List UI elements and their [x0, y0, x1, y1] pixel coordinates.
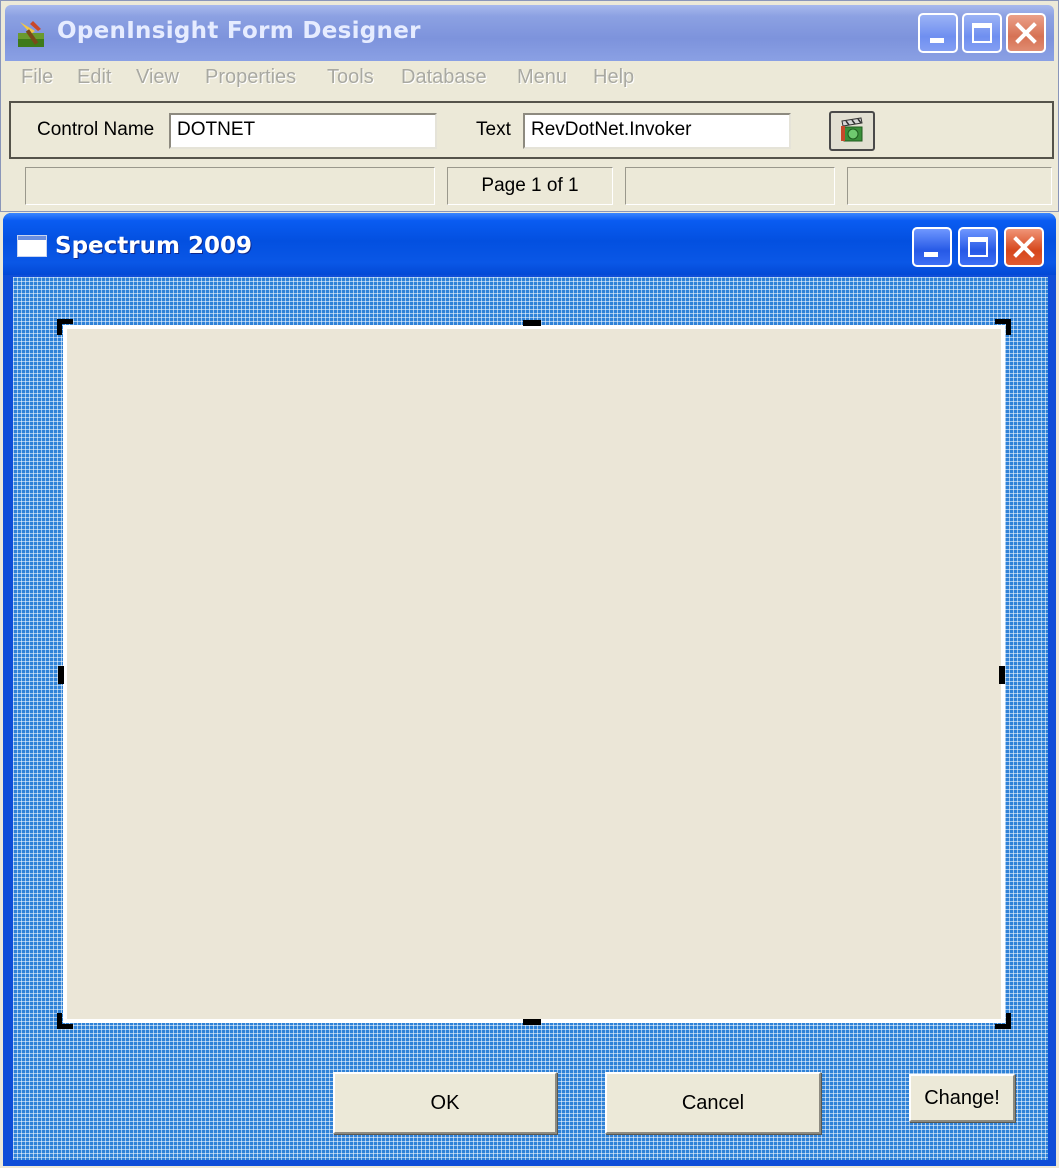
form-designer-app-icon[interactable]	[17, 19, 47, 49]
resize-handle-bottom-left[interactable]	[57, 1013, 73, 1029]
form-maximize-button[interactable]	[958, 227, 998, 267]
form-window: Spectrum 2009 OK Cancel Change!	[3, 213, 1056, 1166]
status-pane-1	[25, 167, 435, 205]
minimize-icon	[930, 38, 944, 43]
menu-bar: File Edit View Properties Tools Database…	[5, 63, 1054, 95]
close-icon	[1015, 22, 1037, 44]
status-pane-4	[847, 167, 1052, 205]
menu-database[interactable]: Database	[401, 66, 487, 89]
text-label: Text	[476, 119, 511, 140]
menu-tools[interactable]: Tools	[327, 66, 374, 89]
menu-properties[interactable]: Properties	[205, 66, 296, 89]
form-design-grid[interactable]: OK Cancel Change!	[13, 277, 1048, 1160]
screen: OpenInsight Form Designer File Edit View…	[0, 0, 1059, 1168]
close-button[interactable]	[1006, 13, 1046, 53]
property-toolbar: Control Name DOTNET Text RevDotNet.Invok…	[9, 101, 1054, 159]
status-bar: Page 1 of 1	[9, 163, 1054, 207]
minimize-icon	[924, 252, 938, 257]
menu-file[interactable]: File	[21, 66, 53, 89]
menu-view[interactable]: View	[136, 66, 179, 89]
window-icon[interactable]	[17, 235, 47, 257]
menu-edit[interactable]: Edit	[77, 66, 111, 89]
clapperboard-icon	[841, 117, 863, 142]
resize-handle-bottom-right[interactable]	[995, 1013, 1011, 1029]
change-button[interactable]: Change!	[909, 1074, 1015, 1122]
close-icon	[1013, 236, 1035, 258]
form-window-title: Spectrum 2009	[55, 233, 252, 259]
form-minimize-button[interactable]	[912, 227, 952, 267]
ok-button[interactable]: OK	[333, 1072, 557, 1134]
dotnet-control[interactable]	[63, 325, 1005, 1023]
resize-handle-bottom[interactable]	[523, 1019, 541, 1025]
resize-handle-top-right[interactable]	[995, 319, 1011, 335]
menu-help[interactable]: Help	[593, 66, 634, 89]
preview-button[interactable]	[829, 111, 875, 151]
form-designer-title: OpenInsight Form Designer	[57, 18, 421, 44]
status-page-indicator: Page 1 of 1	[447, 167, 613, 205]
menu-menu[interactable]: Menu	[517, 66, 567, 89]
resize-handle-top[interactable]	[523, 320, 541, 326]
form-designer-window: OpenInsight Form Designer File Edit View…	[0, 0, 1059, 212]
control-name-label: Control Name	[37, 119, 155, 140]
maximize-icon	[968, 237, 988, 257]
maximize-icon	[972, 23, 992, 43]
status-pane-3	[625, 167, 835, 205]
minimize-button[interactable]	[918, 13, 958, 53]
form-close-button[interactable]	[1004, 227, 1044, 267]
form-window-titlebar[interactable]: Spectrum 2009	[3, 213, 1056, 275]
resize-handle-left[interactable]	[58, 666, 64, 684]
resize-handle-top-left[interactable]	[57, 319, 73, 335]
cancel-button[interactable]: Cancel	[605, 1072, 821, 1134]
maximize-button[interactable]	[962, 13, 1002, 53]
form-designer-titlebar[interactable]: OpenInsight Form Designer	[5, 5, 1054, 61]
resize-handle-right[interactable]	[999, 666, 1005, 684]
text-field[interactable]: RevDotNet.Invoker	[523, 113, 791, 149]
control-name-field[interactable]: DOTNET	[169, 113, 437, 149]
